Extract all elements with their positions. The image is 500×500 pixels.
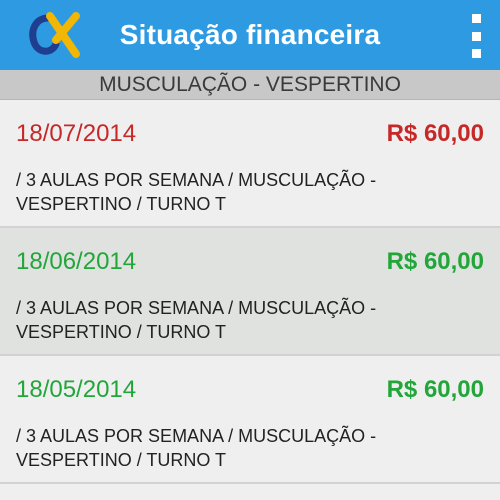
payment-list: 18/07/2014 R$ 60,00 / 3 AULAS POR SEMANA… (0, 100, 500, 484)
app-bar: Situação financeira (0, 0, 500, 70)
payment-amount: R$ 60,00 (386, 376, 484, 403)
payment-description: / 3 AULAS POR SEMANA / MUSCULAÇÃO - VESP… (16, 426, 377, 470)
payment-description: / 3 AULAS POR SEMANA / MUSCULAÇÃO - VESP… (16, 170, 377, 214)
payment-date: 18/07/2014 (16, 120, 137, 147)
page-title: Situação financeira (119, 19, 381, 50)
payment-row[interactable]: 18/06/2014 R$ 60,00 / 3 AULAS POR SEMANA… (0, 228, 500, 356)
overflow-menu-icon[interactable] (470, 14, 482, 58)
payment-amount: R$ 60,00 (386, 120, 484, 147)
payment-description: / 3 AULAS POR SEMANA / MUSCULAÇÃO - VESP… (16, 298, 377, 342)
payment-date: 18/05/2014 (16, 376, 137, 403)
payment-row[interactable]: 18/07/2014 R$ 60,00 / 3 AULAS POR SEMANA… (0, 100, 500, 228)
payment-row[interactable]: 18/05/2014 R$ 60,00 / 3 AULAS POR SEMANA… (0, 356, 500, 484)
section-header: MUSCULAÇÃO - VESPERTINO (0, 70, 500, 100)
payment-amount: R$ 60,00 (386, 248, 484, 275)
payment-date: 18/06/2014 (16, 248, 137, 275)
